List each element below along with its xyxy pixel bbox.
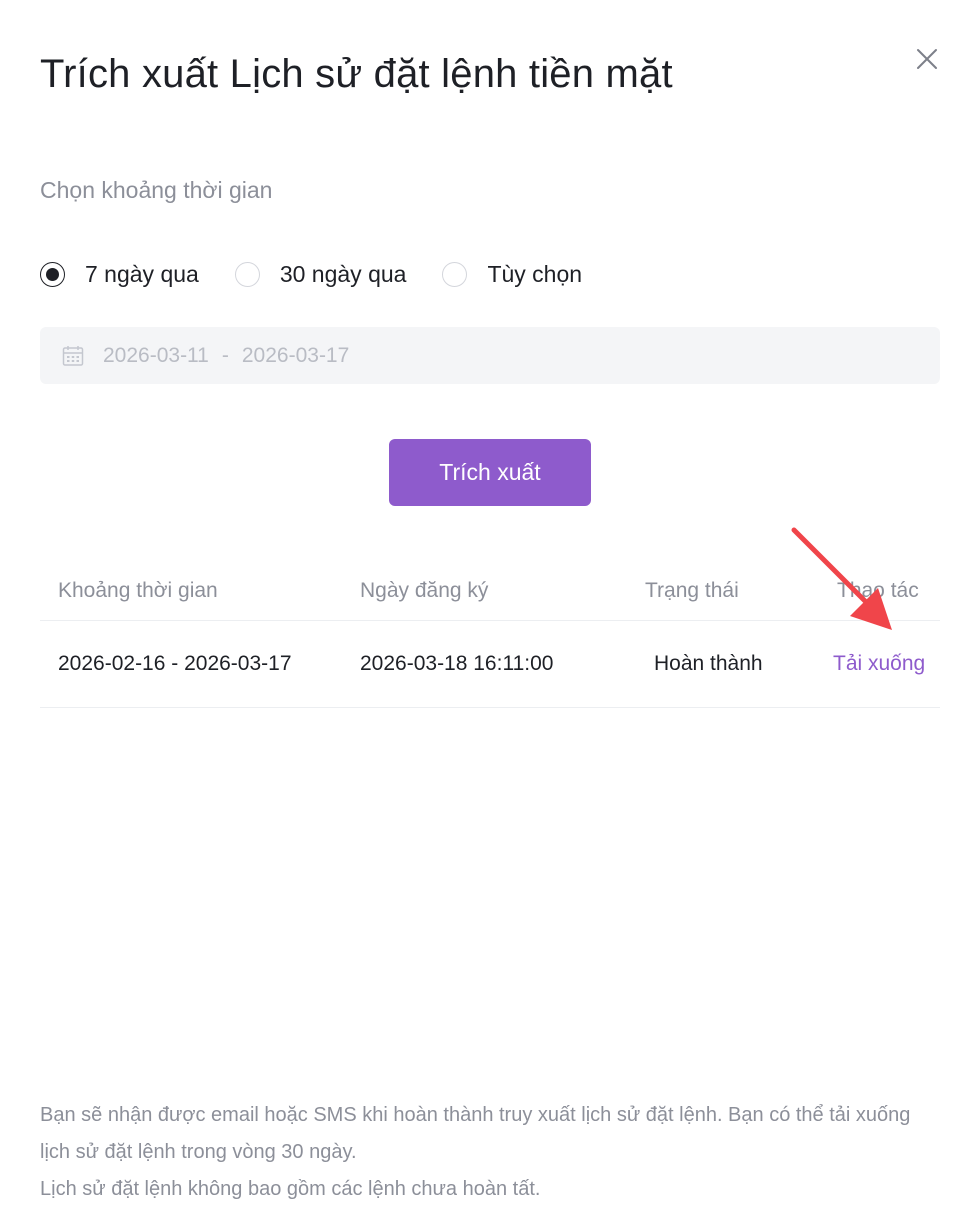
close-icon[interactable]: [913, 45, 941, 73]
cell-period: 2026-02-16 - 2026-03-17: [58, 652, 292, 675]
radio-label: 30 ngày qua: [279, 261, 407, 287]
period-label: Chọn khoảng thời gian: [40, 177, 273, 203]
end-date[interactable]: 2026-03-17: [242, 344, 349, 368]
dialog-title: Trích xuất Lịch sử đặt lệnh tiền mặt: [40, 52, 673, 96]
footnote-line-2: Lịch sử đặt lệnh không bao gồm các lệnh …: [40, 1178, 541, 1200]
column-header-action: Thao tác: [837, 579, 919, 602]
radio-label: 7 ngày qua: [85, 261, 199, 287]
radio-7-days[interactable]: 7 ngày qua: [40, 258, 199, 290]
radio-custom[interactable]: Tùy chọn: [442, 258, 582, 290]
footnote: Bạn sẽ nhận được email hoặc SMS khi hoàn…: [40, 1097, 940, 1208]
download-link[interactable]: Tải xuống: [833, 649, 925, 679]
footnote-line-1: Bạn sẽ nhận được email hoặc SMS khi hoàn…: [40, 1104, 911, 1163]
radio-30-days[interactable]: 30 ngày qua: [234, 258, 407, 290]
column-header-registered: Ngày đăng ký: [360, 579, 489, 602]
history-table: Khoảng thời gian Ngày đăng ký Trạng thái…: [40, 560, 940, 708]
period-radio-group: 7 ngày qua 30 ngày qua Tùy chọn: [40, 256, 618, 292]
table-header: Khoảng thời gian Ngày đăng ký Trạng thái…: [40, 560, 940, 621]
radio-checked-icon[interactable]: [40, 261, 65, 287]
cell-status: Hoàn thành: [654, 652, 763, 675]
radio-label: Tùy chọn: [487, 261, 583, 287]
extract-button[interactable]: Trích xuất: [389, 439, 591, 506]
column-header-period: Khoảng thời gian: [58, 579, 218, 602]
date-separator: -: [221, 343, 229, 367]
calendar-icon: [61, 344, 85, 368]
cell-registered: 2026-03-18 16:11:00: [360, 652, 554, 675]
column-header-status: Trạng thái: [645, 579, 739, 602]
start-date[interactable]: 2026-03-11: [103, 344, 209, 368]
radio-unchecked-icon[interactable]: [234, 261, 260, 287]
table-row: 2026-02-16 - 2026-03-17 2026-03-18 16:11…: [40, 621, 940, 708]
date-range-picker[interactable]: 2026-03-11 - 2026-03-17: [40, 327, 940, 384]
radio-unchecked-icon[interactable]: [442, 261, 468, 287]
